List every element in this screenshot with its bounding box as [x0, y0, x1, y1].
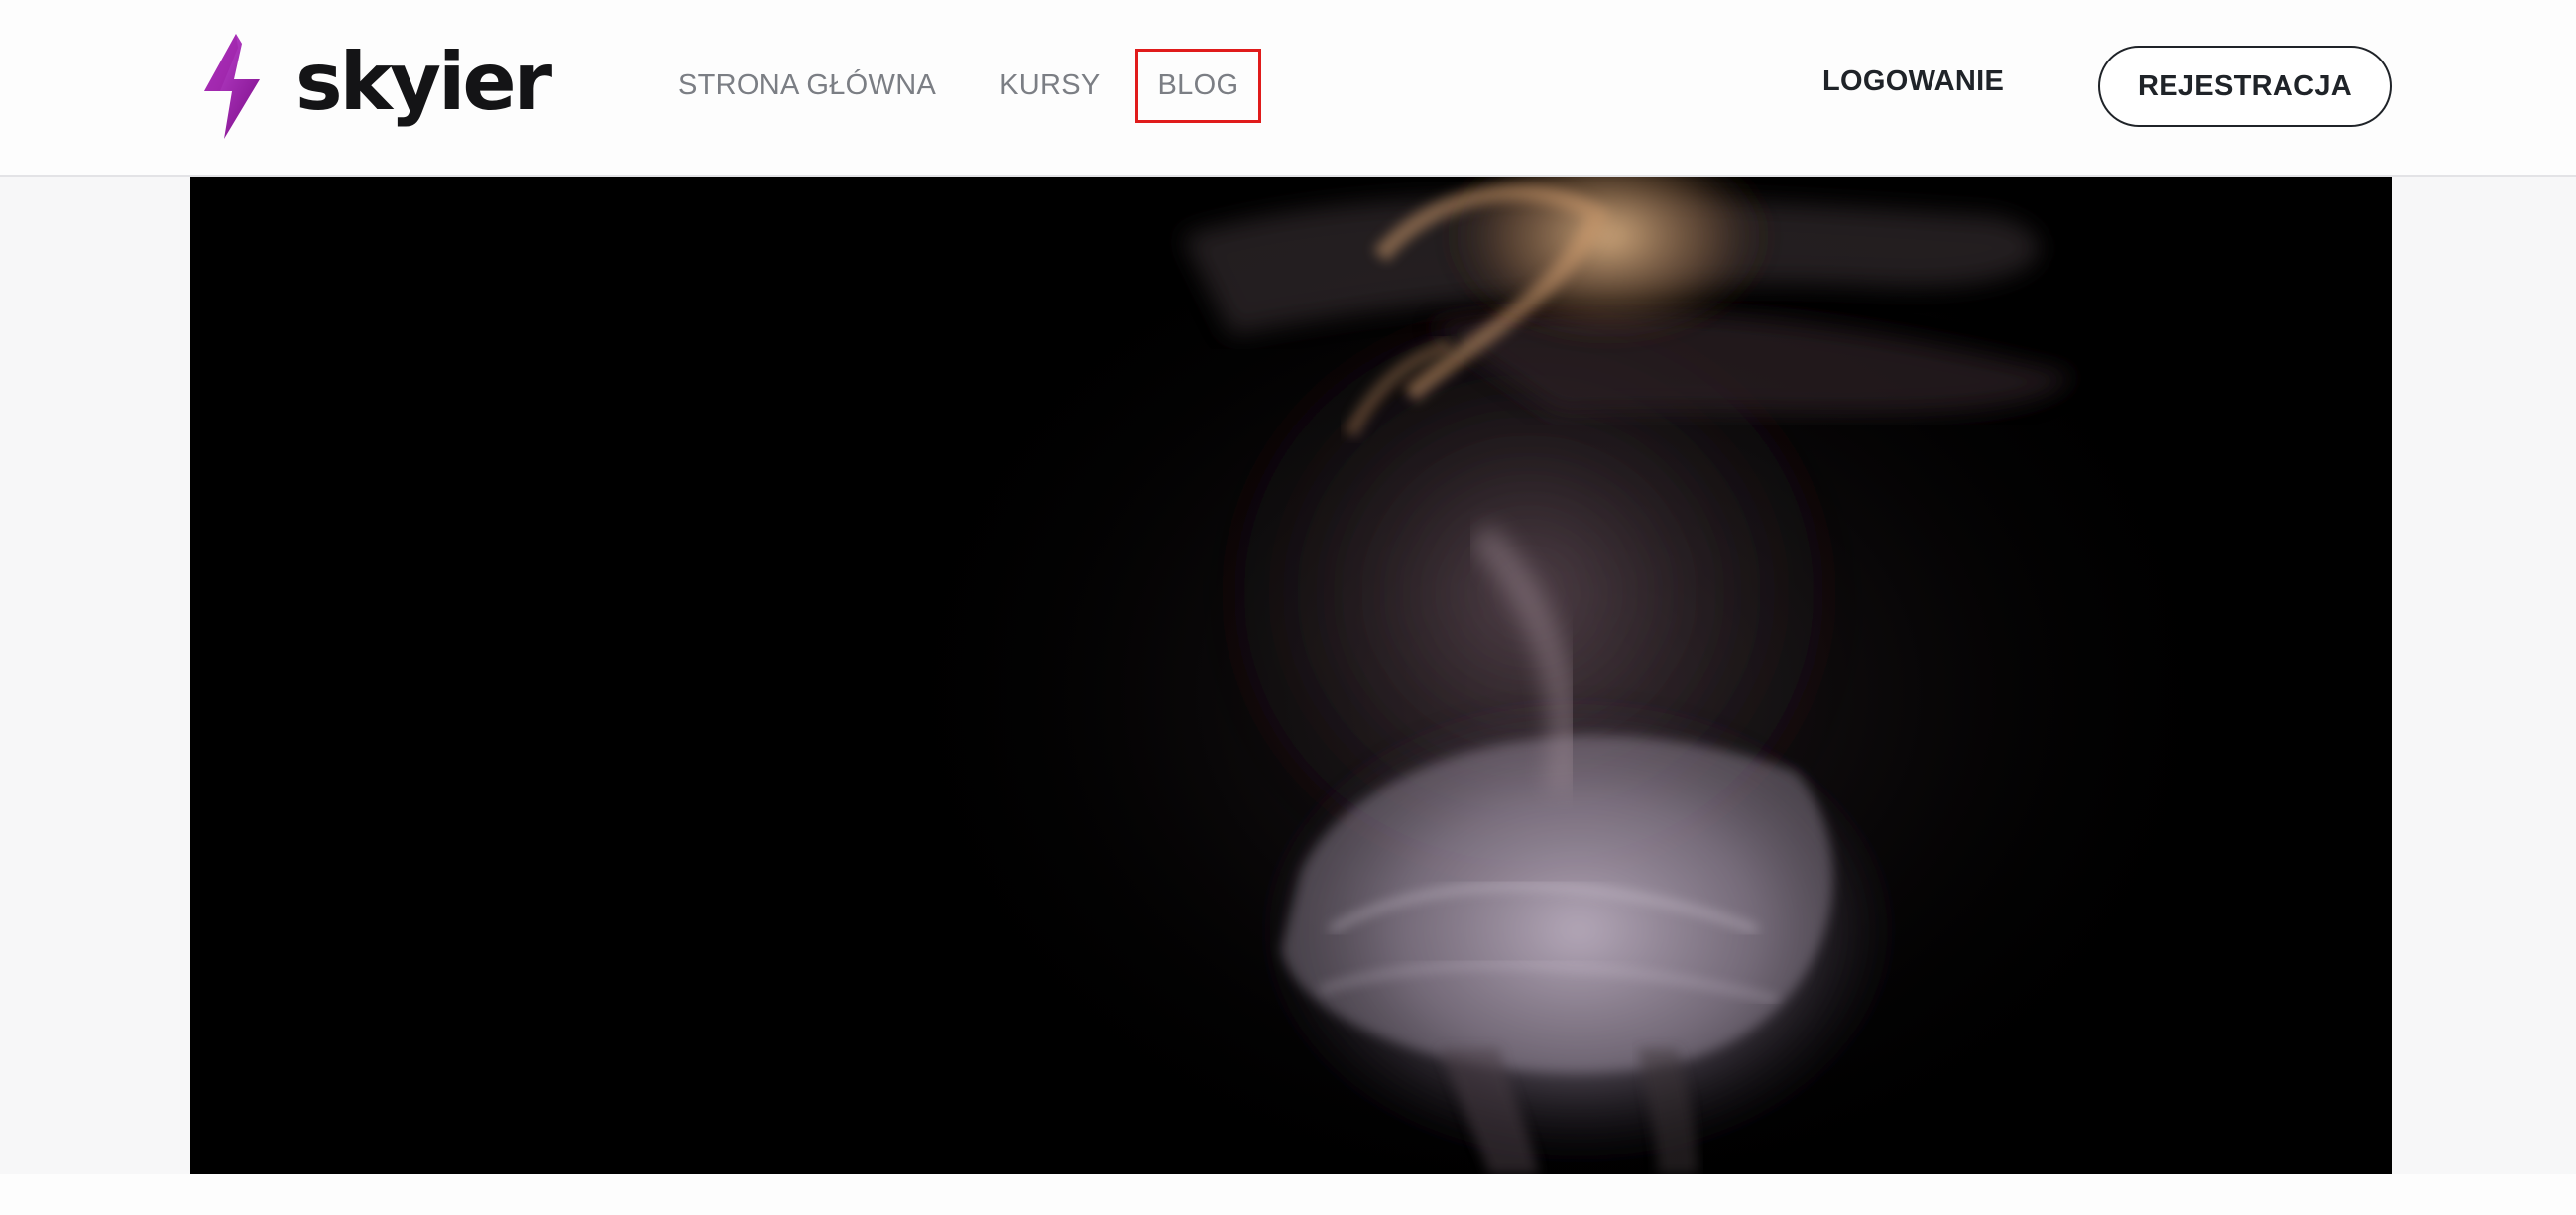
nav-blog[interactable]: BLOG: [1134, 48, 1262, 123]
logo-link[interactable]: skyier: [198, 32, 552, 141]
brand-name: skyier: [295, 36, 552, 128]
nav-home[interactable]: STRONA GŁÓWNA: [658, 52, 956, 120]
login-link[interactable]: LOGOWANIE: [1822, 65, 2004, 98]
site-header: skyier STRONA GŁÓWNA KURSY BLOG LOGOWANI…: [0, 0, 2576, 177]
register-button[interactable]: REJESTRACJA: [2098, 46, 2392, 127]
main-nav: STRONA GŁÓWNA KURSY BLOG: [658, 48, 1262, 123]
lightning-bolt-icon: [204, 34, 260, 139]
dancer-photo: [190, 177, 2392, 1174]
content-area: [0, 1174, 2576, 1215]
hero-image: [190, 177, 2392, 1174]
nav-courses[interactable]: KURSY: [980, 52, 1119, 120]
